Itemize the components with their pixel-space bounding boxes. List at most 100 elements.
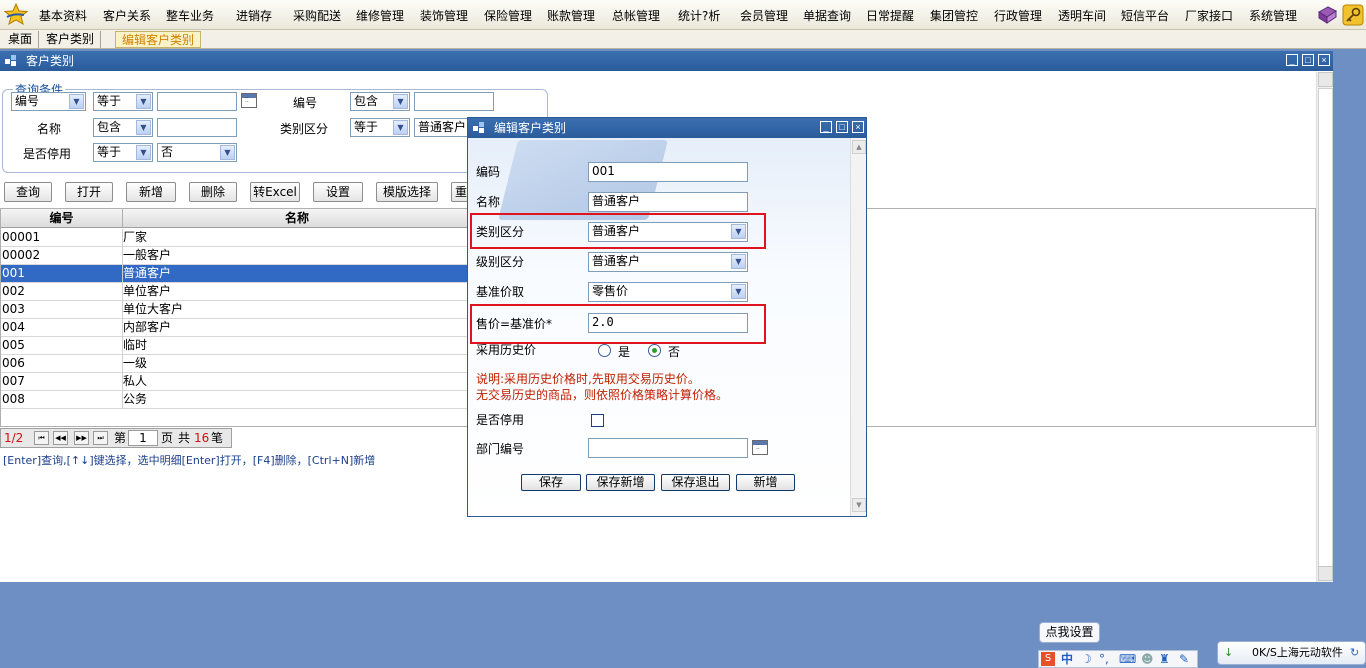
menu-item-purchase-delivery[interactable]: 采购配送 bbox=[293, 7, 341, 24]
menu-item-basic-data[interactable]: 基本资料 bbox=[39, 7, 87, 24]
minimize-icon[interactable]: _ bbox=[1286, 54, 1298, 66]
menu-item-group-control[interactable]: 集团管控 bbox=[930, 7, 978, 24]
maximize-icon[interactable]: □ bbox=[1302, 54, 1314, 66]
delete-button[interactable]: 删除 bbox=[189, 182, 237, 202]
table-row[interactable]: 004 内部客户 bbox=[1, 319, 471, 337]
menu-item-vehicle-business[interactable]: 整车业务 bbox=[166, 7, 214, 24]
table-row[interactable]: 002 单位客户 bbox=[1, 283, 471, 301]
chevron-down-icon[interactable]: ▼ bbox=[69, 94, 84, 109]
category-select[interactable]: 普通客户 ▼ bbox=[588, 222, 748, 242]
menu-item-inventory[interactable]: 进销存 bbox=[236, 7, 272, 24]
book-icon[interactable] bbox=[1316, 4, 1338, 26]
scroll-down-arrow-icon[interactable] bbox=[1318, 566, 1333, 581]
dialog-minimize-icon[interactable]: _ bbox=[820, 121, 832, 133]
scroll-down-arrow-icon[interactable]: ▼ bbox=[852, 498, 866, 512]
department-input[interactable] bbox=[588, 438, 748, 458]
user-icon[interactable]: ☻ bbox=[1141, 652, 1154, 667]
save-button[interactable]: 保存 bbox=[521, 474, 581, 491]
table-row[interactable]: 006 一级 bbox=[1, 355, 471, 373]
save-and-new-button[interactable]: 保存新增 bbox=[586, 474, 655, 491]
query-category-input[interactable]: 普通客户 bbox=[414, 118, 474, 137]
main-vertical-scrollbar[interactable] bbox=[1316, 72, 1333, 582]
dialog-close-icon[interactable]: × bbox=[852, 121, 864, 133]
query-name-op-select[interactable]: 包含 ▼ bbox=[93, 118, 153, 137]
chevron-down-icon[interactable]: ▼ bbox=[731, 254, 746, 269]
last-page-icon[interactable]: ⏭ bbox=[93, 431, 108, 445]
query-value2-input[interactable] bbox=[414, 92, 494, 111]
table-row[interactable]: 005 临时 bbox=[1, 337, 471, 355]
table-row[interactable]: 00002 一般客户 bbox=[1, 247, 471, 265]
name-input[interactable]: 普通客户 bbox=[588, 192, 748, 212]
table-row[interactable]: 001 普通客户 bbox=[1, 265, 471, 283]
calendar-icon[interactable] bbox=[752, 440, 768, 455]
menu-item-repair[interactable]: 维修管理 bbox=[356, 7, 404, 24]
chevron-down-icon[interactable]: ▼ bbox=[731, 224, 746, 239]
menu-item-transparent-workshop[interactable]: 透明车间 bbox=[1058, 7, 1106, 24]
base-price-select[interactable]: 零售价 ▼ bbox=[588, 282, 748, 302]
table-row[interactable]: 003 单位大客户 bbox=[1, 301, 471, 319]
next-page-icon[interactable]: ▶▶ bbox=[74, 431, 89, 445]
menu-item-sms-platform[interactable]: 短信平台 bbox=[1121, 7, 1169, 24]
network-speed-notify[interactable]: ↓ 0K/S上海元动软件 ↻ bbox=[1217, 641, 1366, 665]
chevron-down-icon[interactable]: ▼ bbox=[136, 94, 151, 109]
key-icon[interactable] bbox=[1342, 4, 1364, 26]
ime-chinese-mode[interactable]: 中 bbox=[1061, 652, 1073, 667]
table-row[interactable]: 00001 厂家 bbox=[1, 229, 471, 247]
dialog-maximize-icon[interactable]: □ bbox=[836, 121, 848, 133]
menu-item-vendor-interface[interactable]: 厂家接口 bbox=[1185, 7, 1233, 24]
tab-customer-category[interactable]: 客户类别 bbox=[40, 31, 102, 48]
chevron-down-icon[interactable]: ▼ bbox=[136, 145, 151, 160]
export-excel-button[interactable]: 转Excel bbox=[250, 182, 300, 202]
query-op1-select[interactable]: 等于 ▼ bbox=[93, 92, 153, 111]
menu-item-system-management[interactable]: 系统管理 bbox=[1249, 7, 1297, 24]
menu-item-customer-relations[interactable]: 客户关系 bbox=[103, 7, 151, 24]
query-category-op-select[interactable]: 等于 ▼ bbox=[350, 118, 410, 137]
query-name-input[interactable] bbox=[157, 118, 237, 137]
code-input[interactable]: 001 bbox=[588, 162, 748, 182]
column-header-name[interactable]: 名称 bbox=[122, 209, 471, 228]
page-number-input[interactable]: 1 bbox=[128, 430, 158, 446]
sogou-s-icon[interactable]: S bbox=[1041, 652, 1055, 666]
refresh-icon[interactable]: ↻ bbox=[1350, 642, 1359, 664]
keyboard-icon[interactable]: ⌨ bbox=[1119, 652, 1136, 667]
disabled-checkbox[interactable] bbox=[591, 414, 604, 427]
table-row[interactable]: 008 公务 bbox=[1, 391, 471, 409]
moon-icon[interactable]: ☽ bbox=[1081, 652, 1092, 667]
menu-item-administration[interactable]: 行政管理 bbox=[994, 7, 1042, 24]
price-multiplier-input[interactable]: 2.0 bbox=[588, 313, 748, 333]
first-page-icon[interactable]: ⏮ bbox=[34, 431, 49, 445]
dialog-scrollbar[interactable]: ▲ ▼ bbox=[850, 138, 866, 516]
tab-desktop[interactable]: 桌面 bbox=[2, 31, 40, 48]
chevron-down-icon[interactable]: ▼ bbox=[731, 284, 746, 299]
scroll-thumb[interactable] bbox=[1318, 88, 1333, 568]
scroll-up-arrow-icon[interactable]: ▲ bbox=[852, 140, 866, 154]
chevron-down-icon[interactable]: ▼ bbox=[393, 94, 408, 109]
menu-item-daily-reminder[interactable]: 日常提醒 bbox=[866, 7, 914, 24]
wrench-icon[interactable]: ✎ bbox=[1179, 652, 1189, 667]
punctuation-icon[interactable]: °, bbox=[1099, 652, 1109, 667]
settings-prompt-button[interactable]: 点我设置 bbox=[1039, 622, 1100, 643]
menu-item-accounts[interactable]: 账款管理 bbox=[547, 7, 595, 24]
prev-page-icon[interactable]: ◀◀ bbox=[53, 431, 68, 445]
settings-button[interactable]: 设置 bbox=[313, 182, 363, 202]
menu-item-members[interactable]: 会员管理 bbox=[740, 7, 788, 24]
column-header-code[interactable]: 编号 bbox=[1, 209, 122, 228]
tab-edit-customer-category[interactable]: 编辑客户类别 bbox=[115, 31, 202, 48]
new-button[interactable]: 新增 bbox=[736, 474, 795, 491]
chevron-down-icon[interactable]: ▼ bbox=[393, 120, 408, 135]
table-row[interactable]: 007 私人 bbox=[1, 373, 471, 391]
level-select[interactable]: 普通客户 ▼ bbox=[588, 252, 748, 272]
chevron-down-icon[interactable]: ▼ bbox=[136, 120, 151, 135]
chevron-down-icon[interactable]: ▼ bbox=[220, 145, 235, 160]
query-disabled-value-select[interactable]: 否 ▼ bbox=[157, 143, 237, 162]
template-select-button[interactable]: 模版选择 bbox=[376, 182, 438, 202]
query-button[interactable]: 查询 bbox=[4, 182, 52, 202]
save-and-exit-button[interactable]: 保存退出 bbox=[661, 474, 730, 491]
menu-item-decoration[interactable]: 装饰管理 bbox=[420, 7, 468, 24]
open-button[interactable]: 打开 bbox=[65, 182, 113, 202]
close-icon[interactable]: × bbox=[1318, 54, 1330, 66]
query-field1-select[interactable]: 编号 ▼ bbox=[11, 92, 86, 111]
menu-item-general-ledger[interactable]: 总帐管理 bbox=[612, 7, 660, 24]
calendar-icon[interactable] bbox=[241, 93, 257, 108]
app-star-icon[interactable] bbox=[4, 3, 28, 25]
